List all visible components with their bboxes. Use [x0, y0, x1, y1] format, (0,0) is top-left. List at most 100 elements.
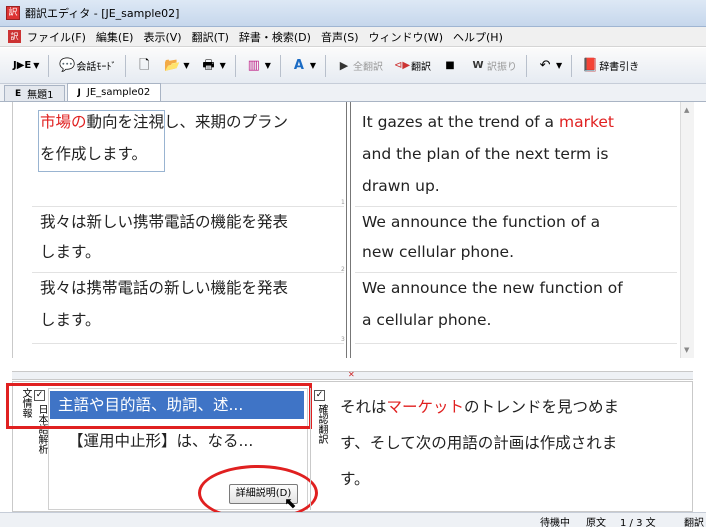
print-button[interactable]: 🖶 ▼	[195, 53, 231, 79]
panel-separator	[310, 388, 311, 510]
speech-bubble-icon: 💬	[59, 57, 76, 73]
tab-label: JE_sample02	[86, 87, 151, 98]
tab-je-sample02[interactable]: J JE_sample02	[66, 83, 162, 101]
tab-prefix: E	[15, 88, 22, 99]
dictionary-icon: 📕	[582, 57, 599, 73]
layout-button[interactable]: ▥ ▼	[240, 53, 276, 79]
source-target-divider[interactable]	[346, 102, 351, 358]
chevron-down-icon: ▼	[309, 61, 317, 70]
dictionary-label: 辞書引き	[599, 62, 640, 73]
conversation-mode-button[interactable]: 💬 会話ﾓｰﾄﾞ	[53, 53, 121, 79]
toolbar-separator	[234, 54, 236, 77]
chevron-down-icon: ▼	[33, 61, 40, 70]
translate-app-icon: 訳	[6, 6, 20, 20]
source-sentence-1[interactable]: 市場の動向を注視し、来期のプラン	[40, 106, 288, 138]
retrans-text: それは	[340, 398, 387, 416]
target-sentence-3[interactable]: We announce the new function of	[362, 272, 623, 304]
tab-prefix: J	[77, 87, 81, 98]
new-document-button[interactable]: 🗋	[130, 53, 158, 79]
vertical-scrollbar[interactable]: ▲ ▼	[680, 102, 694, 358]
chevron-down-icon: ▼	[556, 61, 563, 70]
menu-edit[interactable]: 編集(E)	[96, 29, 134, 45]
retrans-text: のトレンドを見つめま	[464, 398, 620, 416]
toolbar-separator	[325, 54, 327, 77]
expand-chevron-icon[interactable]: ✕	[348, 370, 355, 379]
conversation-mode-label: 会話ﾓｰﾄﾞ	[76, 62, 117, 73]
status-bar: 待機中 原文 1 / 3 文 翻訳	[0, 512, 706, 529]
document-icon[interactable]: 訳	[8, 30, 21, 43]
window-title: 翻訳エディタ - [JE_sample02]	[25, 7, 180, 20]
target-highlight: market	[558, 113, 614, 131]
play-icon: ▶	[339, 58, 349, 72]
menu-voice[interactable]: 音声(S)	[321, 29, 359, 45]
pane-splitter[interactable]: ✕	[12, 370, 693, 380]
chevron-down-icon: ▼	[219, 61, 226, 70]
translate-icon: ⊲▶	[393, 59, 411, 71]
open-folder-icon: 📂	[164, 57, 181, 73]
menu-dictionary[interactable]: 辞書・検索(D)	[239, 29, 311, 45]
retranslate-label: 訳振り	[487, 62, 518, 73]
analysis-item[interactable]: 【運用中止形】は、なる...	[68, 429, 253, 451]
target-sentence-1-line2[interactable]: and the plan of the next term is	[362, 138, 608, 170]
retranslation-label: 確認翻訳	[316, 404, 327, 444]
font-size-icon: A	[293, 57, 304, 73]
translate-label: 翻訳	[411, 62, 432, 73]
toolbar-separator	[279, 54, 281, 77]
translate-all-label: 全翻訳	[353, 62, 384, 73]
target-text: It gazes at the trend of a	[362, 113, 559, 131]
target-sentence-1-line3[interactable]: drawn up.	[362, 170, 440, 202]
scroll-up-icon[interactable]: ▲	[684, 106, 689, 114]
target-sentence-2-line2[interactable]: new cellular phone.	[362, 236, 514, 268]
toolbar-separator	[526, 54, 528, 77]
stop-icon: ■	[445, 59, 455, 71]
chevron-down-icon: ▼	[183, 61, 190, 70]
translate-button[interactable]: ⊲▶ 翻訳	[388, 53, 436, 79]
retranslation-text: それはマーケットのトレンドを見つめま す、そして次の用語の計画は作成されま す。	[340, 389, 685, 497]
direction-label: J▶E	[13, 60, 32, 71]
target-sentence-2[interactable]: We announce the function of a	[362, 206, 600, 238]
tab-untitled1[interactable]: E 無題1	[4, 85, 65, 101]
toolbar: J▶E ▼ 💬 会話ﾓｰﾄﾞ 🗋 📂 ▼ 🖶 ▼ ▥ ▼ A ▼ ▶ 全翻訳 ⊲▶ 翻訳 ■ …	[0, 48, 706, 84]
document-tabs: E 無題1 J JE_sample02	[0, 83, 706, 102]
printer-icon: 🖶	[202, 57, 215, 73]
segment-number: 3	[341, 336, 345, 343]
chevron-down-icon: ▼	[264, 61, 271, 70]
source-sentence-3-line2[interactable]: します。	[40, 304, 100, 336]
undo-icon: ↶	[539, 57, 551, 73]
menu-window[interactable]: ウィンドウ(W)	[369, 29, 443, 45]
menu-view[interactable]: 表示(V)	[143, 29, 181, 45]
toolbar-separator	[48, 54, 50, 77]
highlight-annotation-rect	[6, 383, 312, 429]
translate-all-button[interactable]: ▶ 全翻訳	[330, 53, 388, 79]
font-button[interactable]: A ▼	[285, 53, 321, 79]
scroll-down-icon[interactable]: ▼	[684, 346, 689, 354]
stop-button[interactable]: ■	[436, 53, 464, 79]
toolbar-separator	[125, 54, 127, 77]
mouse-cursor-icon: ⬉	[284, 494, 297, 512]
menu-translate[interactable]: 翻訳(T)	[192, 29, 229, 45]
menu-help[interactable]: ヘルプ(H)	[453, 29, 503, 45]
retrans-line: す。	[340, 470, 370, 488]
retrans-highlight: マーケット	[386, 398, 465, 416]
source-sentence-1-line2[interactable]: を作成します。	[40, 138, 147, 170]
menu-file[interactable]: ファイル(F)	[27, 29, 86, 45]
dictionary-button[interactable]: 📕 辞書引き	[576, 53, 644, 79]
menu-bar: 訳 ファイル(F) 編集(E) 表示(V) 翻訳(T) 辞書・検索(D) 音声(…	[0, 27, 706, 47]
retranslation-checkbox[interactable]: ✓	[314, 390, 325, 401]
undo-button[interactable]: ↶ ▼	[531, 53, 567, 79]
new-document-icon: 🗋	[139, 57, 150, 73]
direction-dropdown[interactable]: J▶E ▼	[8, 53, 44, 79]
toolbar-separator	[571, 54, 573, 77]
source-text: 動向を注視し、来期のプラン	[86, 113, 289, 131]
retranslate-button[interactable]: W 訳振り	[464, 53, 522, 79]
open-button[interactable]: 📂 ▼	[158, 53, 194, 79]
target-sentence-1[interactable]: It gazes at the trend of a market	[362, 106, 614, 138]
source-sentence-2-line2[interactable]: します。	[40, 236, 100, 268]
segment-number: 1	[341, 199, 345, 206]
source-sentence-2[interactable]: 我々は新しい携帯電話の機能を発表	[40, 206, 288, 238]
split-view-icon: ▥	[247, 57, 260, 73]
target-sentence-3-line2[interactable]: a cellular phone.	[362, 304, 491, 336]
tab-label: 無題1	[27, 90, 54, 101]
title-bar: 訳 翻訳エディタ - [JE_sample02]	[0, 0, 706, 27]
source-sentence-3[interactable]: 我々は携帯電話の新しい機能を発表	[40, 272, 288, 304]
